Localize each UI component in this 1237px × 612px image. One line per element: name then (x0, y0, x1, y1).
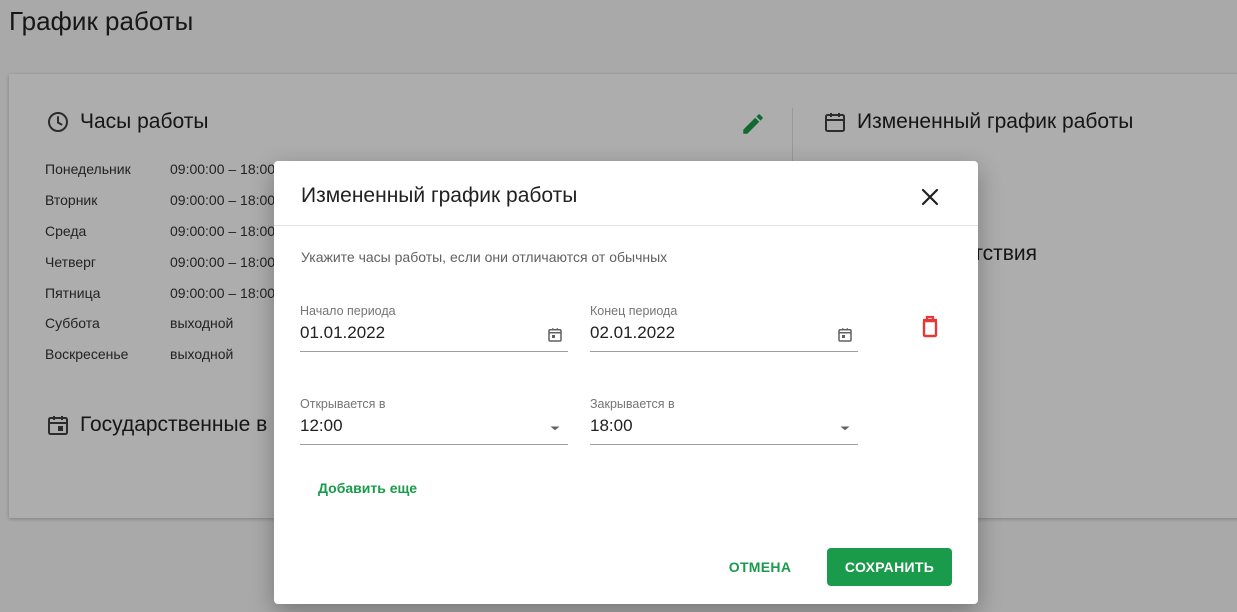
closes-at-select[interactable]: Закрывается в 18:00 (590, 397, 858, 445)
save-button[interactable]: СОХРАНИТЬ (827, 548, 952, 586)
calendar-icon[interactable] (546, 326, 564, 344)
closes-at-label: Закрывается в (590, 397, 675, 411)
end-date-label: Конец периода (590, 304, 678, 318)
opens-at-select[interactable]: Открывается в 12:00 (300, 397, 568, 445)
close-icon[interactable] (918, 185, 942, 209)
closes-at-value: 18:00 (590, 416, 633, 435)
cancel-button[interactable]: ОТМЕНА (717, 549, 803, 585)
dialog-divider (274, 225, 978, 226)
add-more-button[interactable]: Добавить еще (318, 480, 417, 496)
trash-icon[interactable] (918, 313, 942, 339)
changed-schedule-dialog: Измененный график работы Укажите часы ра… (274, 161, 978, 604)
chevron-down-icon[interactable] (546, 419, 564, 437)
end-date-value: 02.01.2022 (590, 323, 676, 342)
start-date-value: 01.01.2022 (300, 323, 386, 342)
chevron-down-icon[interactable] (836, 419, 854, 437)
calendar-icon[interactable] (836, 326, 854, 344)
start-date-label: Начало периода (300, 304, 396, 318)
dialog-title: Измененный график работы (301, 184, 578, 207)
end-date-field[interactable]: Конец периода 02.01.2022 (590, 304, 858, 352)
opens-at-label: Открывается в (300, 397, 386, 411)
start-date-field[interactable]: Начало периода 01.01.2022 (300, 304, 568, 352)
opens-at-value: 12:00 (300, 416, 343, 435)
dialog-hint: Укажите часы работы, если они отличаются… (301, 249, 668, 265)
